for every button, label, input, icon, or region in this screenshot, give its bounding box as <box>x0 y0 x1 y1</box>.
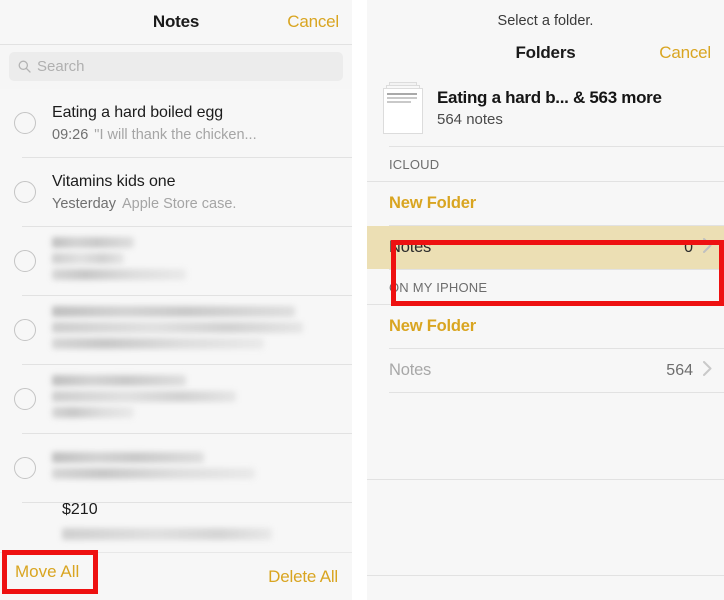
note-snippet: Apple Store case. <box>121 195 237 212</box>
right-navigation-bar: Folders Cancel <box>367 34 724 72</box>
row-divider <box>22 295 352 296</box>
left-navigation-bar: Notes Cancel <box>0 0 352 44</box>
prompt-text: Select a folder. <box>367 0 724 34</box>
cancel-button[interactable]: Cancel <box>287 12 339 32</box>
redacted-line <box>52 253 124 264</box>
folders-picker-screen: Select a folder. Folders Cancel Eating a… <box>367 0 724 600</box>
note-stack-icon <box>383 82 423 134</box>
search-bar-container: Search <box>0 45 352 89</box>
selection-summary: Eating a hard b... & 563 more 564 notes <box>367 72 724 146</box>
redacted-note-content <box>52 228 342 294</box>
row-divider <box>22 364 352 365</box>
folder-name: Notes <box>389 238 432 256</box>
note-time: Yesterday <box>52 195 116 212</box>
list-item[interactable] <box>0 365 352 433</box>
chevron-right-icon <box>703 237 712 258</box>
summary-title: Eating a hard b... & 563 more <box>437 87 662 107</box>
selection-circle-icon[interactable] <box>14 250 36 272</box>
folder-name: New Folder <box>389 317 476 335</box>
navbar-divider <box>0 44 352 45</box>
cancel-button[interactable]: Cancel <box>659 43 711 63</box>
filler-divider <box>367 479 724 480</box>
search-placeholder: Search <box>37 58 85 75</box>
note-subtitle: 09:26 "I will thank the chicken... <box>52 125 342 145</box>
row-divider <box>22 433 352 434</box>
delete-all-button[interactable]: Delete All <box>268 567 338 587</box>
row-divider <box>389 348 724 349</box>
note-title: Vitamins kids one <box>52 172 176 190</box>
section-divider <box>367 304 724 305</box>
panel-divider <box>352 0 367 600</box>
selection-circle-icon[interactable] <box>14 388 36 410</box>
list-item[interactable] <box>0 227 352 295</box>
section-header-icloud: ICLOUD <box>367 147 724 181</box>
folder-name: Notes <box>389 361 432 379</box>
redacted-line <box>52 237 134 248</box>
row-divider <box>22 157 352 158</box>
redacted-note-content <box>52 366 342 432</box>
list-item-partial[interactable]: $210 <box>0 503 352 547</box>
note-time: 09:26 <box>52 126 89 143</box>
redacted-line <box>52 468 255 479</box>
row-divider <box>389 392 724 393</box>
redacted-line <box>52 322 303 333</box>
note-title: Eating a hard boiled egg <box>52 103 224 121</box>
redacted-line <box>52 407 134 418</box>
section-header-on-my-iphone: ON MY IPHONE <box>367 270 724 304</box>
filler-divider <box>367 575 724 576</box>
redacted-line <box>52 375 186 386</box>
folder-count: 0 <box>684 238 693 256</box>
folder-row-new-folder-iphone[interactable]: New Folder <box>367 305 724 348</box>
chevron-right-icon <box>703 360 712 381</box>
notes-list: Eating a hard boiled egg 09:26 "I will th… <box>0 89 352 547</box>
search-input[interactable]: Search <box>9 52 343 81</box>
page-title: Folders <box>515 43 576 62</box>
redacted-line <box>52 338 264 349</box>
list-item[interactable] <box>0 434 352 502</box>
redacted-line <box>52 452 204 463</box>
redacted-line <box>52 391 236 402</box>
folder-row-notes-icloud[interactable]: Notes 0 <box>367 226 724 269</box>
list-item[interactable]: Vitamins kids one Yesterday Apple Store c… <box>0 158 352 226</box>
search-icon <box>18 60 31 73</box>
redacted-line <box>52 306 295 317</box>
row-divider <box>389 225 724 226</box>
selection-circle-icon[interactable] <box>14 112 36 134</box>
row-divider <box>22 226 352 227</box>
selection-circle-icon[interactable] <box>14 457 36 479</box>
notes-list-screen: Notes Cancel Search Eating a hard boiled… <box>0 0 352 600</box>
summary-divider <box>389 146 724 147</box>
folder-row-notes-iphone[interactable]: Notes 564 <box>367 349 724 392</box>
list-item[interactable] <box>0 296 352 364</box>
empty-space <box>367 480 724 575</box>
note-title: $210 <box>62 503 98 518</box>
note-snippet: "I will thank the chicken... <box>94 126 257 143</box>
list-item[interactable]: Eating a hard boiled egg 09:26 "I will th… <box>0 89 352 157</box>
page-title: Notes <box>152 12 200 31</box>
note-subtitle: Yesterday Apple Store case. <box>52 194 342 214</box>
bottom-toolbar: Move All Delete All <box>0 552 352 600</box>
note-content: Vitamins kids one Yesterday Apple Store c… <box>52 163 342 222</box>
note-content: Eating a hard boiled egg 09:26 "I will th… <box>52 94 342 153</box>
summary-text: Eating a hard b... & 563 more 564 notes <box>437 87 662 130</box>
empty-space <box>367 393 724 479</box>
two-panel-screenshot: Notes Cancel Search Eating a hard boiled… <box>0 0 724 600</box>
folder-row-new-folder-icloud[interactable]: New Folder <box>367 182 724 225</box>
folder-count: 564 <box>666 361 693 379</box>
folder-name: New Folder <box>389 194 476 212</box>
selection-circle-icon[interactable] <box>14 181 36 203</box>
summary-count: 564 notes <box>437 110 503 128</box>
section-divider <box>367 181 724 182</box>
selection-circle-icon[interactable] <box>14 319 36 341</box>
row-divider <box>389 269 724 270</box>
redacted-line <box>62 528 272 540</box>
redacted-note-content <box>52 297 342 363</box>
redacted-line <box>52 269 186 280</box>
move-all-button[interactable]: Move All <box>14 567 77 587</box>
redacted-note-content <box>52 443 342 493</box>
